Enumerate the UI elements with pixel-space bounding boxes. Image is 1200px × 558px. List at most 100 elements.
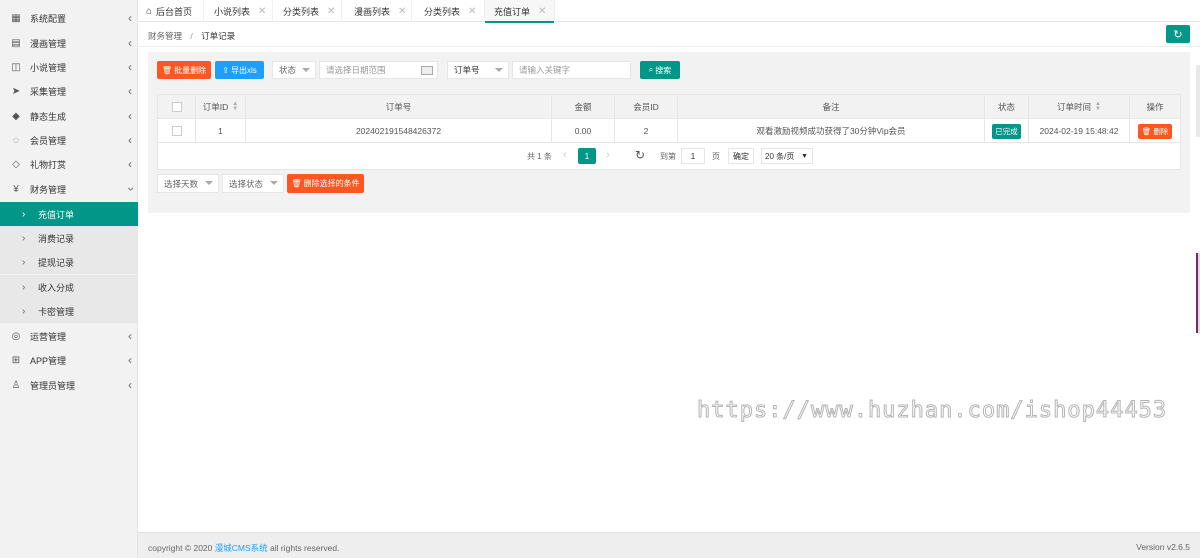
select-value: 订单号	[454, 65, 480, 75]
tab-recharge-orders[interactable]: 充值订单 ✕	[485, 0, 555, 23]
sidebar-item-label: 管理员管理	[30, 380, 76, 391]
tab-novel-list[interactable]: 小说列表 ✕	[204, 0, 273, 22]
sidebar-item-collect[interactable]: ➤ 采集管理 ‹	[0, 79, 138, 103]
search-button[interactable]: ⌕ 搜索	[640, 61, 680, 79]
header-remark: 备注	[678, 95, 985, 119]
watermark: https://www.huzhan.com/ishop44453	[696, 398, 1168, 424]
next-page-icon[interactable]: ›	[606, 149, 610, 161]
sidebar-item-system-config[interactable]: ▦ 系统配置 ‹	[0, 6, 138, 30]
sidebar-subitem-withdraw[interactable]: › 提现记录	[0, 250, 138, 274]
header-order-id[interactable]: 订单ID ▲ ▼	[196, 95, 246, 119]
brand-link[interactable]: 漫城CMS系统	[215, 543, 268, 553]
sidebar-item-comic[interactable]: ▤ 漫画管理 ‹	[0, 31, 138, 55]
export-xls-button[interactable]: ⇪ 导出xls	[215, 61, 264, 79]
copyright: copyright © 2020 漫城CMS系统 all rights rese…	[148, 542, 339, 554]
cell-amount: 0.00	[552, 119, 615, 143]
version-label: Version v2.6.5	[1136, 542, 1190, 552]
yen-icon: ¥	[13, 183, 19, 195]
sidebar-item-novel[interactable]: ◫ 小说管理 ‹	[0, 55, 138, 79]
sidebar-subitem-label: 收入分成	[38, 282, 75, 293]
cell-actions: 🗑 删除	[1130, 119, 1180, 143]
pager-total: 共 1 条	[527, 152, 552, 161]
sort-icon[interactable]: ▲ ▼	[232, 101, 238, 112]
header-amount: 金额	[552, 95, 615, 119]
trash-icon: 🗑	[1141, 126, 1152, 136]
sidebar-subitem-income-share[interactable]: › 收入分成	[0, 275, 138, 299]
sidebar-item-app[interactable]: ⊞ APP管理 ‹	[0, 348, 138, 372]
sidebar-item-label: 财务管理	[30, 184, 67, 195]
header-label: 订单号	[385, 102, 412, 112]
delete-selected-conditions-button[interactable]: 🗑 删除选择的条件	[287, 174, 364, 193]
sidebar-item-admins[interactable]: ♙ 管理员管理 ‹	[0, 373, 138, 397]
chevron-left-icon: ‹	[128, 353, 132, 367]
pager-current-page[interactable]: 1	[578, 148, 596, 164]
header-label: 会员ID	[633, 102, 659, 112]
book-icon: ▤	[11, 37, 21, 49]
pager-page-input[interactable]: 1	[681, 148, 705, 164]
tab-label: 分类列表	[424, 6, 461, 17]
sidebar-item-gifts[interactable]: ◇ 礼物打赏 ‹	[0, 152, 138, 176]
sidebar-item-members[interactable]: ◌ 会员管理 ‹	[0, 128, 138, 152]
close-icon[interactable]: ✕	[468, 6, 476, 17]
close-icon[interactable]: ✕	[398, 6, 406, 17]
pager-confirm-button[interactable]: 确定	[728, 148, 754, 164]
select-all-checkbox[interactable]	[171, 102, 182, 112]
sidebar-item-operations[interactable]: ◎ 运营管理 ‹	[0, 324, 138, 348]
breadcrumb-parent[interactable]: 财务管理	[148, 31, 182, 41]
close-icon[interactable]: ✕	[538, 6, 546, 17]
cell-member-id: 2	[615, 119, 678, 143]
batch-delete-button[interactable]: 🗑 批量删除	[157, 61, 211, 79]
close-icon[interactable]: ✕	[327, 6, 335, 17]
sort-icon[interactable]: ▲ ▼	[1095, 101, 1101, 112]
header-actions: 操作	[1130, 95, 1180, 119]
pager-goto-label: 到第	[660, 152, 676, 161]
close-icon[interactable]: ✕	[258, 6, 266, 17]
tab-home[interactable]: ⌂ 后台首页	[138, 0, 204, 22]
sidebar-subitem-card-keys[interactable]: › 卡密管理	[0, 299, 138, 323]
chevron-left-icon: ‹	[128, 60, 132, 74]
sidebar-subitem-recharge-orders[interactable]: › 充值订单	[0, 202, 138, 226]
sidebar-item-label: 系统配置	[30, 13, 67, 24]
keyword-input[interactable]: 请输入关键字	[512, 61, 631, 79]
per-page-select[interactable]: 20 条/页 ▼	[761, 148, 813, 164]
date-range-input[interactable]: 请选择日期范围	[319, 61, 438, 79]
sidebar-item-label: 小说管理	[30, 62, 67, 73]
home-icon: ⌂	[146, 5, 153, 17]
open-book-icon: ◫	[11, 61, 21, 73]
input-placeholder: 请输入关键字	[519, 65, 571, 75]
days-select[interactable]: 选择天数	[157, 174, 219, 193]
sidebar-subitem-consumption[interactable]: › 消费记录	[0, 226, 138, 250]
status-filter-select[interactable]: 选择状态	[222, 174, 284, 193]
chevron-right-icon: ›	[22, 256, 26, 268]
button-label: 导出xls	[230, 65, 257, 75]
chevron-right-icon: ›	[22, 305, 26, 317]
select-all-cell[interactable]	[158, 95, 196, 119]
windows-icon: ⊞	[11, 354, 21, 366]
sidebar-item-static[interactable]: ◆ 静态生成 ‹	[0, 104, 138, 128]
prev-page-icon[interactable]: ‹	[563, 149, 567, 161]
tab-category-list-1[interactable]: 分类列表 ✕	[273, 0, 342, 22]
delete-row-button[interactable]: 🗑 删除	[1137, 123, 1173, 139]
caret-down-icon	[495, 68, 503, 72]
row-checkbox[interactable]	[171, 126, 182, 136]
row-select-cell[interactable]	[158, 119, 196, 143]
copyright-text: copyright © 2020	[148, 543, 213, 553]
header-label: 备注	[822, 102, 840, 112]
breadcrumb-current: 订单记录	[201, 31, 236, 41]
tab-label: 后台首页	[156, 6, 193, 17]
sidebar-item-label: 礼物打赏	[30, 159, 67, 170]
chevron-left-icon: ‹	[128, 157, 132, 171]
status-select[interactable]: 状态	[272, 61, 316, 79]
caret-down-icon	[302, 68, 310, 72]
refresh-icon[interactable]: ↻	[635, 148, 645, 162]
header-order-time[interactable]: 订单时间 ▲ ▼	[1029, 95, 1130, 119]
refresh-button[interactable]: ↻	[1166, 25, 1190, 43]
tab-comic-list[interactable]: 漫画列表 ✕	[342, 0, 412, 22]
cell-remark: 观看激励视频成功获得了30分钟Vip会员	[678, 119, 985, 143]
sidebar-item-finance[interactable]: ¥ 财务管理 ‹	[0, 177, 138, 201]
field-select[interactable]: 订单号	[447, 61, 509, 79]
cell-status: 已完成	[985, 119, 1029, 143]
button-label: 删除	[1153, 126, 1169, 136]
pager-page-unit: 页	[712, 152, 720, 161]
tab-category-list-2[interactable]: 分类列表 ✕	[412, 0, 485, 22]
